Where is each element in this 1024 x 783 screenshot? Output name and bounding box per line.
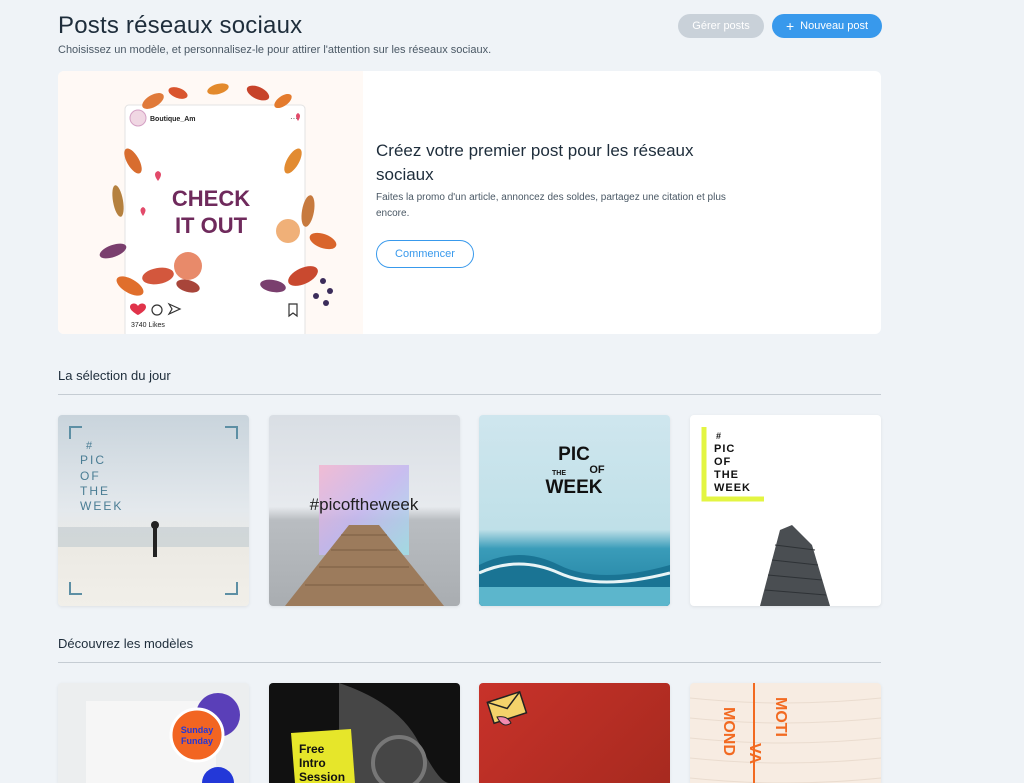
mock-username: Boutique_Am bbox=[150, 116, 196, 123]
card3-line4: WEEK bbox=[546, 477, 603, 498]
hero-title: Créez votre premier post pour les réseau… bbox=[376, 141, 694, 184]
hero-artwork: Boutique_Am ··· CHECK IT OUT 3740 Likes bbox=[99, 83, 337, 334]
card4-line3: OF bbox=[714, 456, 731, 468]
pier-template-art: #picoftheweek bbox=[285, 465, 444, 606]
card3-line2: OF bbox=[589, 464, 605, 476]
card3-line1: PIC bbox=[558, 444, 590, 465]
card1-line5: WEEK bbox=[80, 499, 123, 513]
manage-posts-label: Gérer posts bbox=[692, 20, 750, 32]
beach-template-art: # PIC OF THE WEEK bbox=[58, 426, 249, 595]
new-post-label: Nouveau post bbox=[800, 20, 869, 32]
intro-template-art: Free Intro Session bbox=[291, 683, 449, 783]
page-title: Posts réseaux sociaux bbox=[58, 12, 303, 39]
page-subtitle: Choisissez un modèle, et personnalisez-l… bbox=[58, 44, 492, 56]
template-card-pier[interactable]: #picoftheweek bbox=[269, 415, 460, 606]
card4-line4: THE bbox=[714, 469, 739, 481]
monday-template-art: MOTI VA MOND bbox=[690, 683, 881, 783]
new-post-button[interactable]: + Nouveau post bbox=[772, 14, 882, 38]
card6-line1: Free bbox=[299, 742, 325, 756]
mock-likes: 3740 Likes bbox=[131, 322, 165, 329]
card6-line2: Intro bbox=[299, 756, 326, 770]
hero-panel: Boutique_Am ··· CHECK IT OUT 3740 Likes … bbox=[58, 71, 881, 334]
card2-text: #picoftheweek bbox=[310, 495, 419, 514]
template-card-envelope[interactable] bbox=[479, 683, 670, 783]
envelope-template-art bbox=[486, 690, 528, 726]
daily-selection-title: La sélection du jour bbox=[58, 368, 171, 383]
card5-line2: Funday bbox=[181, 736, 213, 746]
card1-line3: OF bbox=[80, 469, 101, 483]
mock-headline-line2: IT OUT bbox=[175, 213, 248, 238]
card1-line1: # bbox=[86, 440, 94, 452]
template-card-wave[interactable]: PIC OF THE WEEK bbox=[479, 415, 670, 606]
template-card-building[interactable]: # PIC OF THE WEEK bbox=[690, 415, 881, 606]
hero-illustration: Boutique_Am ··· CHECK IT OUT 3740 Likes bbox=[58, 71, 363, 334]
svg-text:···: ··· bbox=[290, 114, 298, 123]
start-button[interactable]: Commencer bbox=[376, 240, 474, 268]
card1-line2: PIC bbox=[80, 453, 106, 467]
card8-word2: VA bbox=[746, 743, 763, 764]
template-card-sunday[interactable]: Sunday Funday bbox=[58, 683, 249, 783]
card4-line1: # bbox=[716, 431, 721, 441]
hero-description: Faites la promo d'un article, annoncez d… bbox=[376, 192, 726, 219]
card5-line1: Sunday bbox=[181, 725, 214, 735]
card6-line3: Session bbox=[299, 770, 345, 783]
card8-word1: MOTI bbox=[772, 697, 789, 737]
start-label: Commencer bbox=[395, 248, 455, 260]
card4-line2: PIC bbox=[714, 443, 735, 455]
wave-template-art: PIC OF THE WEEK bbox=[479, 444, 670, 606]
manage-posts-button[interactable]: Gérer posts bbox=[678, 14, 764, 38]
card3-line3: THE bbox=[552, 470, 566, 477]
template-card-intro[interactable]: Free Intro Session bbox=[269, 683, 460, 783]
templates-divider bbox=[58, 662, 881, 663]
card4-line5: WEEK bbox=[714, 482, 751, 494]
daily-divider bbox=[58, 394, 881, 395]
templates-title: Découvrez les modèles bbox=[58, 636, 194, 651]
card1-line4: THE bbox=[80, 484, 110, 498]
template-card-monday[interactable]: MOTI VA MOND bbox=[690, 683, 881, 783]
plus-icon: + bbox=[785, 17, 795, 34]
mock-headline-line1: CHECK bbox=[172, 186, 250, 211]
template-card-beach[interactable]: # PIC OF THE WEEK bbox=[58, 415, 249, 606]
card8-word3: MOND bbox=[720, 707, 737, 756]
building-template-art: # PIC OF THE WEEK bbox=[701, 427, 830, 606]
sunday-template-art: Sunday Funday bbox=[86, 693, 240, 783]
